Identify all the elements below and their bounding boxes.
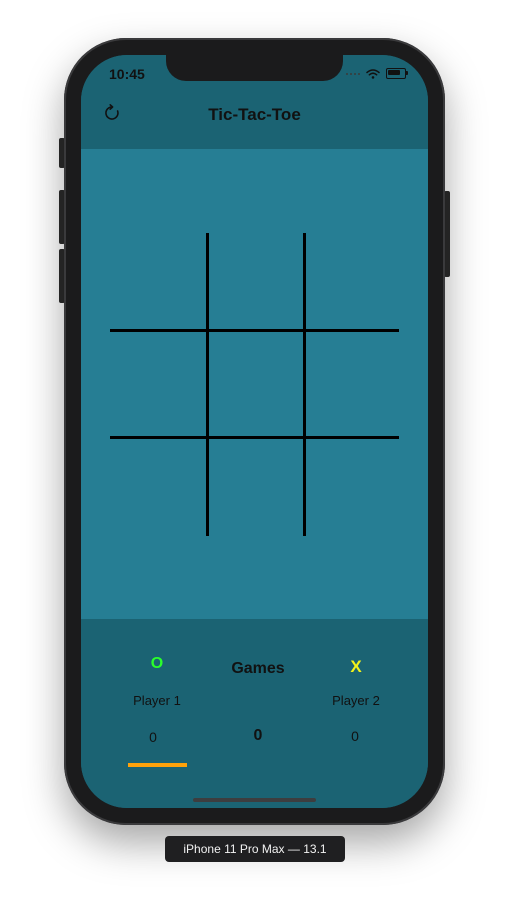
wifi-icon <box>366 68 380 79</box>
phone-frame: Tic-Tac-Toe 10:45 O Games X Player 1 Pla… <box>64 38 445 825</box>
board-cell-2[interactable] <box>209 233 303 329</box>
board-cell-4[interactable] <box>110 332 206 436</box>
board-cell-6[interactable] <box>306 332 399 436</box>
player2-score: 0 <box>351 728 359 744</box>
player1-name: Player 1 <box>133 693 181 708</box>
board-cell-7[interactable] <box>110 439 206 536</box>
home-indicator[interactable] <box>193 798 316 802</box>
device-notch <box>166 55 343 81</box>
simulator-stage: Tic-Tac-Toe 10:45 O Games X Player 1 Pla… <box>0 0 509 899</box>
player2-mark: X <box>350 657 362 676</box>
games-label: Games <box>231 660 285 677</box>
player1-score: 0 <box>149 729 157 745</box>
scoreboard: O Games X Player 1 Player 2 0 0 0 <box>81 619 428 808</box>
status-icons <box>346 68 408 79</box>
tic-tac-toe-grid <box>110 233 399 536</box>
app-screen: Tic-Tac-Toe 10:45 O Games X Player 1 Pla… <box>81 55 428 808</box>
board-cell-3[interactable] <box>306 233 399 329</box>
board-cell-8[interactable] <box>209 439 303 536</box>
battery-icon <box>386 68 408 79</box>
simulator-device-label: iPhone 11 Pro Max — 13.1 <box>165 836 345 862</box>
signal-icon <box>346 72 360 75</box>
board-cell-1[interactable] <box>110 233 206 329</box>
player1-mark: O <box>150 655 164 672</box>
player2-name: Player 2 <box>332 693 380 708</box>
active-turn-indicator <box>128 763 187 767</box>
board-cell-5[interactable] <box>209 332 303 436</box>
page-title: Tic-Tac-Toe <box>208 105 301 124</box>
board-cell-9[interactable] <box>306 439 399 536</box>
game-board-area <box>81 149 428 619</box>
status-time: 10:45 <box>109 66 145 82</box>
games-count: 0 <box>253 727 263 744</box>
